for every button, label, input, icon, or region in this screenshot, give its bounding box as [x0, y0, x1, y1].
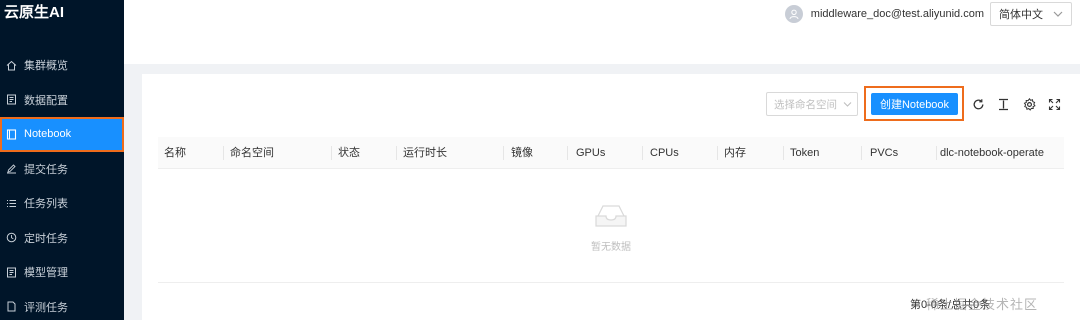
column-header[interactable]: 命名空间 — [230, 137, 332, 169]
chevron-down-icon — [843, 102, 852, 107]
column-header[interactable]: 镜像 — [511, 137, 568, 169]
watermark-text: 稀土掘金技术社区 — [926, 297, 1039, 312]
empty-text: 暂无数据 — [591, 242, 631, 253]
notebook-table: 名称 命名空间 状态 运行时长 镜像 GPUs CPUs 内存 Token PV… — [158, 137, 1064, 283]
chevron-down-icon — [1053, 11, 1063, 17]
sidebar-item-label: 模型管理 — [24, 267, 68, 280]
column-header[interactable]: 内存 — [724, 137, 784, 169]
empty-state: 暂无数据 — [158, 170, 1064, 283]
sidebar-item-label: 集群概览 — [24, 60, 68, 73]
notebook-icon — [6, 129, 17, 140]
language-select[interactable]: 简体中文 — [990, 2, 1072, 26]
user-info[interactable]: middleware_doc@test.aliyunid.com — [784, 4, 984, 24]
document-icon — [6, 267, 17, 278]
document-icon — [6, 94, 17, 105]
sidebar-nav: 集群概览 数据配置 Notebook 提交任务 任务列表 定时任务 模型管理 评… — [0, 48, 124, 320]
user-email: middleware_doc@test.aliyunid.com — [810, 8, 984, 20]
settings-icon[interactable] — [1022, 97, 1036, 111]
refresh-icon[interactable] — [971, 97, 985, 111]
namespace-select[interactable]: 选择命名空间 — [766, 92, 858, 116]
file-icon — [6, 301, 17, 312]
sidebar-item-scheduled-job[interactable]: 定时任务 — [0, 221, 124, 256]
column-height-icon[interactable] — [996, 97, 1010, 111]
create-notebook-button[interactable]: 创建Notebook — [871, 93, 958, 115]
sidebar-item-label: Notebook — [24, 128, 72, 141]
column-header[interactable]: 状态 — [338, 137, 397, 169]
sidebar-item-data-config[interactable]: 数据配置 — [0, 83, 124, 118]
empty-inbox-icon — [595, 205, 627, 227]
create-button-highlight: 创建Notebook — [864, 86, 964, 121]
brand-title: 云原生AI — [4, 4, 65, 21]
home-icon — [6, 60, 17, 71]
column-header[interactable]: PVCs — [870, 137, 937, 169]
language-value: 简体中文 — [999, 9, 1043, 21]
top-header: middleware_doc@test.aliyunid.com 简体中文 — [124, 0, 1080, 64]
edit-icon — [6, 163, 17, 174]
column-header[interactable]: 名称 — [164, 137, 224, 169]
table-header: 名称 命名空间 状态 运行时长 镜像 GPUs CPUs 内存 Token PV… — [158, 137, 1064, 169]
sidebar-item-job-list[interactable]: 任务列表 — [0, 186, 124, 221]
column-header[interactable]: CPUs — [650, 137, 718, 169]
column-header[interactable]: Token — [790, 137, 862, 169]
column-header[interactable]: dlc-notebook-operate — [940, 137, 1064, 169]
sidebar-item-label: 任务列表 — [24, 198, 68, 211]
clock-icon — [6, 232, 17, 243]
column-header[interactable]: GPUs — [576, 137, 643, 169]
sidebar-item-submit-job[interactable]: 提交任务 — [0, 152, 124, 187]
user-avatar-icon — [784, 5, 803, 23]
sidebar-item-label: 定时任务 — [24, 232, 68, 245]
sidebar-item-cluster-overview[interactable]: 集群概览 — [0, 48, 124, 83]
sidebar-item-model-management[interactable]: 模型管理 — [0, 255, 124, 290]
sidebar-item-notebook[interactable]: Notebook — [0, 117, 124, 152]
sidebar-item-label: 数据配置 — [24, 94, 68, 107]
sidebar-item-label: 提交任务 — [24, 163, 68, 176]
sidebar-item-label: 评测任务 — [24, 301, 68, 314]
fullscreen-icon[interactable] — [1047, 97, 1061, 111]
namespace-placeholder: 选择命名空间 — [774, 98, 837, 111]
column-header[interactable]: 运行时长 — [403, 137, 504, 169]
notebook-card: 选择命名空间 创建Notebook 名称 命名空间 状态 运行时长 镜像 GPU… — [142, 74, 1080, 320]
list-icon — [6, 198, 17, 209]
sidebar: 云原生AI 集群概览 数据配置 Notebook 提交任务 任务列表 定时任务 … — [0, 0, 124, 320]
sidebar-item-evaluation-job[interactable]: 评测任务 — [0, 290, 124, 320]
